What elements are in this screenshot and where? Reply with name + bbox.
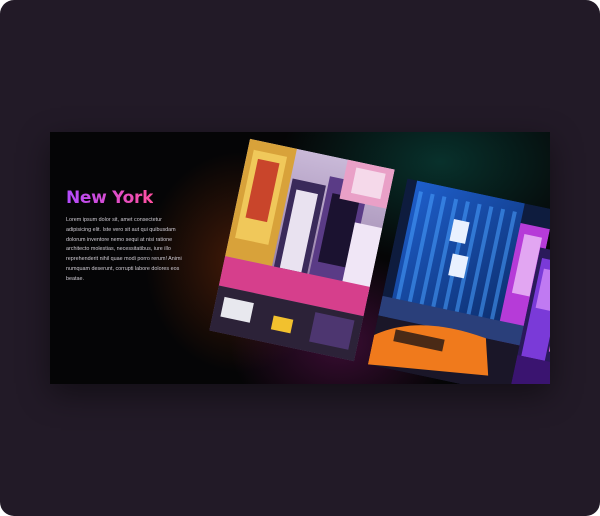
slide-title: New York — [66, 188, 154, 208]
slide-card: New York Lorem ipsum dolor sit, amet con… — [50, 132, 550, 384]
slide-body-text: Lorem ipsum dolor sit, amet consectetur … — [66, 217, 182, 282]
slide-frame: New York Lorem ipsum dolor sit, amet con… — [0, 0, 600, 516]
